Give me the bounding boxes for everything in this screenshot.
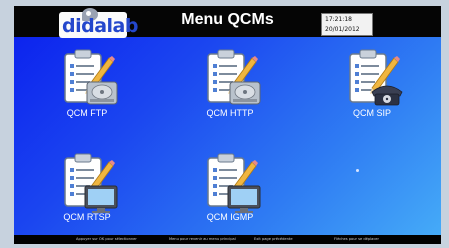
app-screen: didalab Menu QCMs 17:21:18 20/01/2012 QC…: [14, 6, 441, 244]
clipboard-hard-drive-icon: [64, 49, 118, 105]
cursor-dot: [356, 169, 359, 172]
page-title: Menu QCMs: [181, 11, 274, 28]
footer-hint-menu: Menu pour revenir au menu principal: [169, 237, 236, 241]
clipboard-hard-drive-icon: [207, 49, 261, 105]
clipboard-monitor-icon: [64, 153, 118, 214]
menu-item-qcm-http[interactable]: QCM HTTP: [190, 44, 270, 124]
clipboard-telephone-icon: [349, 49, 403, 106]
clock-panel: 17:21:18 20/01/2012: [321, 13, 373, 36]
footer-hint-arrows: Flèches pour se déplacer: [334, 237, 379, 241]
menu-item-qcm-ftp[interactable]: QCM FTP: [47, 44, 127, 124]
menu-item-label: QCM RTSP: [63, 212, 111, 222]
menu-item-qcm-rtsp[interactable]: QCM RTSP: [47, 148, 127, 228]
menu-item-qcm-sip[interactable]: QCM SIP: [332, 44, 412, 124]
clock-time: 17:21:18: [325, 16, 352, 23]
clipboard-monitor-icon: [207, 153, 261, 214]
menu-item-qcm-igmp[interactable]: QCM IGMP: [190, 148, 270, 228]
menu-item-label: QCM SIP: [352, 108, 391, 118]
header-bar: didalab Menu QCMs 17:21:18 20/01/2012: [14, 6, 441, 38]
menu-item-label: QCM HTTP: [206, 108, 254, 118]
clock-date: 20/01/2012: [325, 26, 360, 33]
footer-hint-bar: Appuyer sur OK pour sélectionner Menu po…: [14, 235, 441, 244]
footer-hint-exit: Exit page précédente: [254, 237, 293, 241]
menu-item-label: QCM IGMP: [206, 212, 254, 222]
footer-hint-select: Appuyer sur OK pour sélectionner: [76, 237, 137, 241]
menu-item-label: QCM FTP: [66, 108, 108, 118]
